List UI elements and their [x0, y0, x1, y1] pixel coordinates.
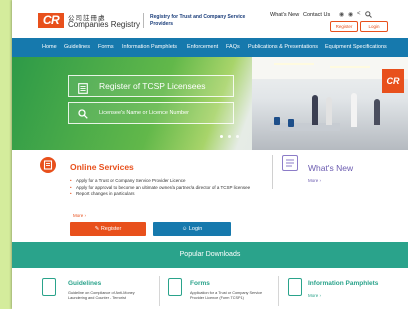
nav-enforcement[interactable]: Enforcement	[187, 38, 218, 57]
nav-publications-presentations[interactable]: Publications & Presentations	[248, 38, 318, 57]
person-figure	[326, 97, 332, 125]
whats-new-icon	[282, 155, 298, 171]
forms-text[interactable]: Application for a Trust or Company Servi…	[190, 291, 270, 301]
main-nav: Home Guidelines Forms Information Pamphl…	[12, 38, 408, 57]
nav-information-pamphlets[interactable]: Information Pamphlets	[122, 38, 177, 57]
login-button[interactable]: ☺ Login	[153, 222, 231, 236]
list-item[interactable]: Report changes in particulars	[70, 191, 270, 198]
popular-downloads-row: Guidelines Guideline on Compliance of An…	[12, 268, 408, 309]
register-button-label: Register	[100, 226, 122, 232]
nav-faqs[interactable]: FAQs	[226, 38, 240, 57]
person-figure	[374, 99, 380, 125]
building-cr-logo: CR	[382, 69, 404, 93]
online-services-title: Online Services	[70, 162, 134, 172]
section-divider	[272, 155, 273, 189]
header-login-button[interactable]: Login	[360, 21, 388, 32]
search-icon[interactable]	[365, 11, 372, 20]
section-divider	[278, 276, 279, 306]
online-services-list: Apply for a Trust or Company Service Pro…	[70, 178, 270, 198]
register-of-licensees-label: Register of TCSP Licensees	[99, 81, 206, 91]
forms-title[interactable]: Forms	[190, 280, 210, 287]
licensee-search-field[interactable]: Licensee's Name or Licence Number	[68, 102, 234, 124]
whats-new-link[interactable]: What's New	[270, 12, 299, 18]
guidelines-document-icon	[42, 278, 56, 296]
online-services-section: Online Services Apply for a Trust or Com…	[12, 150, 408, 242]
pamphlets-more-link[interactable]: More ›	[308, 293, 321, 298]
pamphlets-document-icon	[288, 278, 302, 296]
contact-us-link[interactable]: Contact Us	[303, 12, 330, 18]
popular-downloads-bar: Popular Downloads	[12, 242, 408, 268]
hero-banner: CR Register of TCSP Licensees Licensee's…	[12, 57, 408, 150]
register-of-licensees-button[interactable]: Register of TCSP Licensees	[68, 75, 234, 97]
header-register-button[interactable]: Register	[330, 21, 358, 32]
slide-dot-2[interactable]	[228, 135, 231, 138]
nav-forms[interactable]: Forms	[98, 38, 114, 57]
site-subtitle: Registry for Trust and Company Service P…	[150, 14, 246, 27]
edit-icon: ✎	[94, 226, 100, 232]
guidelines-text[interactable]: Guideline on Compliance of Anti-Money La…	[68, 291, 150, 301]
ceiling-light	[330, 66, 370, 68]
licensee-search-placeholder: Licensee's Name or Licence Number	[99, 110, 190, 116]
popular-downloads-title: Popular Downloads	[179, 251, 241, 258]
online-services-more-link[interactable]: More ›	[73, 213, 86, 218]
nav-equipment-specifications[interactable]: Equipment Specifications	[325, 38, 387, 57]
hero-panel: Register of TCSP Licensees Licensee's Na…	[68, 75, 234, 125]
pamphlets-title[interactable]: Information Pamphlets	[308, 280, 378, 287]
whats-new-more-link[interactable]: More ›	[308, 178, 321, 183]
guidelines-title[interactable]: Guidelines	[68, 280, 101, 287]
slide-dot-1[interactable]	[220, 135, 223, 138]
forms-document-icon	[168, 278, 182, 296]
user-icon: ☺	[181, 226, 188, 232]
font-size-large-icon[interactable]: ◉	[339, 11, 344, 18]
ceiling-light	[274, 63, 314, 65]
nav-guidelines[interactable]: Guidelines	[64, 38, 90, 57]
nav-home[interactable]: Home	[42, 38, 57, 57]
chair	[288, 119, 294, 127]
cr-logo[interactable]: CR	[38, 13, 64, 28]
person-figure	[351, 93, 357, 127]
side-strip	[0, 0, 12, 309]
page: CR 公司註冊處 Companies Registry Registry for…	[12, 0, 408, 309]
document-list-icon	[78, 81, 88, 101]
font-size-small-icon[interactable]: ◉	[348, 11, 353, 18]
search-icon	[78, 108, 88, 128]
share-icon[interactable]: <	[357, 11, 361, 17]
whats-new-title[interactable]: What's New	[308, 163, 353, 173]
online-services-icon	[40, 157, 56, 173]
person-figure	[312, 95, 318, 125]
logo-english-name: Companies Registry	[68, 20, 141, 29]
slide-dot-3[interactable]	[236, 135, 239, 138]
login-button-label: Login	[188, 226, 203, 232]
header: CR 公司註冊處 Companies Registry Registry for…	[12, 0, 408, 38]
logo-divider	[143, 13, 144, 28]
chair	[274, 117, 280, 125]
register-button[interactable]: ✎ Register	[70, 222, 146, 236]
section-divider	[159, 276, 160, 306]
